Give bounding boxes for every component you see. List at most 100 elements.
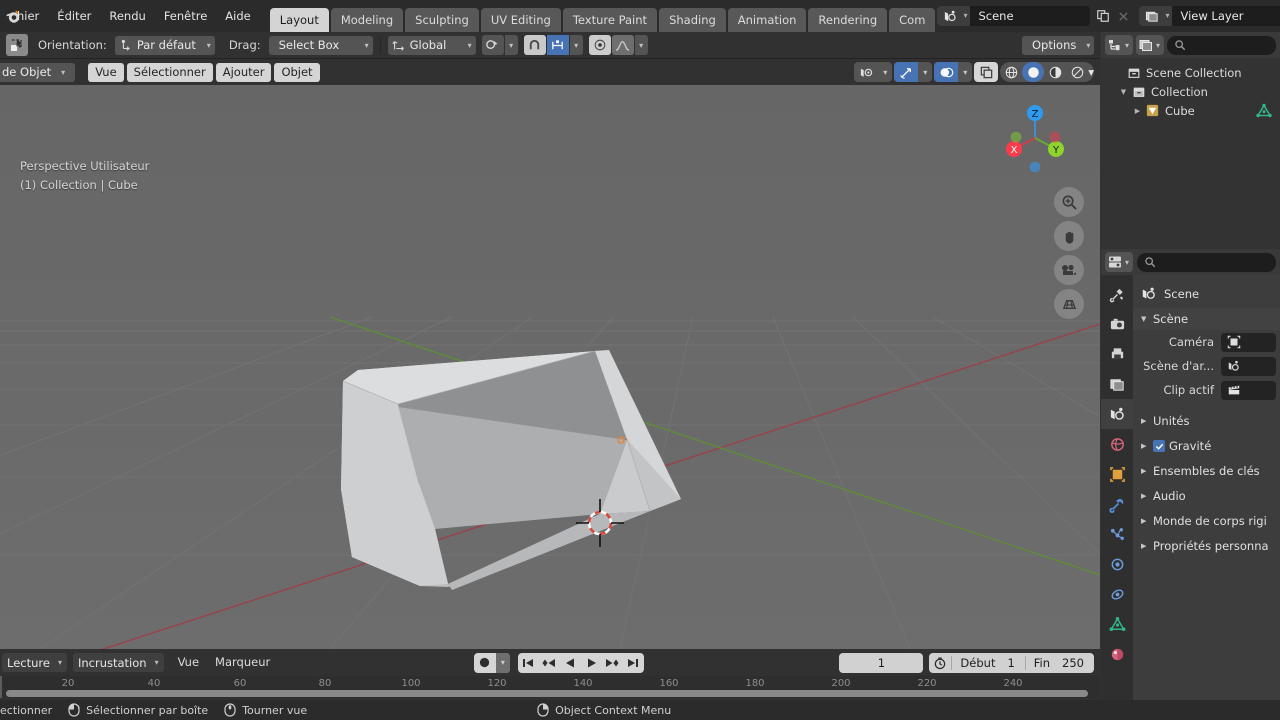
viewport-menu-add[interactable]: Ajouter <box>215 62 272 82</box>
viewport-menu-select[interactable]: Sélectionner <box>126 62 213 82</box>
outliner-row-scene-collection[interactable]: Scene Collection <box>1101 63 1280 82</box>
record-keyframe-icon[interactable] <box>474 653 496 673</box>
chevron-down-icon[interactable]: ▾ <box>504 35 518 55</box>
outliner-row-collection[interactable]: ▼ Collection <box>1101 82 1280 101</box>
panel-header-scene[interactable]: ▼ Scène <box>1133 308 1280 330</box>
panel-header-gravity[interactable]: ▶ Gravité <box>1133 435 1280 457</box>
current-frame-field[interactable]: 1 <box>839 652 924 673</box>
scene-tab-icon[interactable] <box>1101 399 1133 429</box>
menu-edit[interactable]: Éditer <box>48 5 100 27</box>
gravity-checkbox[interactable] <box>1153 440 1165 452</box>
menu-file[interactable]: hier <box>8 5 48 27</box>
play-icon[interactable] <box>581 653 602 673</box>
rendered-shading-icon[interactable] <box>1066 62 1088 82</box>
chevron-down-icon[interactable]: ▾ <box>1165 6 1173 26</box>
zoom-icon[interactable] <box>1054 187 1084 217</box>
3d-viewport[interactable]: de Objet ▾ Vue Sélectionner Ajouter Obje… <box>0 59 1100 649</box>
drag-dropdown[interactable]: Select Box ▾ <box>268 35 373 55</box>
material-tab-icon[interactable] <box>1101 639 1133 669</box>
tab-texture-paint[interactable]: Texture Paint <box>562 8 658 32</box>
x-icon[interactable] <box>1113 6 1133 26</box>
tab-layout[interactable]: Layout <box>269 8 329 32</box>
tab-shading[interactable]: Shading <box>659 8 726 32</box>
chevron-down-icon[interactable]: ▾ <box>958 62 972 82</box>
interaction-mode-dropdown[interactable]: de Objet ▾ <box>0 62 76 82</box>
scene-name[interactable]: Scene <box>970 6 1091 26</box>
properties-search-input[interactable] <box>1137 252 1276 272</box>
panel-header-keying-sets[interactable]: ▶ Ensembles de clés <box>1133 460 1280 482</box>
panel-header-audio[interactable]: ▶ Audio <box>1133 485 1280 507</box>
jump-next-keyframe-icon[interactable] <box>602 653 623 673</box>
transform-orientation-dropdown[interactable]: Global ▾ <box>387 35 476 55</box>
menu-render[interactable]: Rendu <box>100 5 154 27</box>
timeline-scrollbar[interactable] <box>6 690 1088 697</box>
ortho-persp-toggle-icon[interactable] <box>1054 289 1084 319</box>
chevron-down-icon[interactable]: ▾ <box>634 35 648 55</box>
background-scene-field[interactable] <box>1221 356 1276 376</box>
chevron-down-icon[interactable]: ▾ <box>918 62 932 82</box>
overlays-icon[interactable] <box>934 62 959 82</box>
magnet-icon[interactable] <box>523 35 546 55</box>
properties-editor-icon[interactable]: ▾ <box>1105 252 1134 272</box>
material-preview-shading-icon[interactable] <box>1044 62 1066 82</box>
chevron-down-icon[interactable]: ▾ <box>495 652 510 673</box>
timeline-ruler[interactable]: 20 40 60 80 100 120 140 160 180 200 220 … <box>0 676 1100 698</box>
panel-header-custom-properties[interactable]: ▶ Propriétés personna <box>1133 535 1280 557</box>
eye-selectability-icon[interactable] <box>854 62 878 82</box>
view-layer-selector[interactable]: ▾ View Layer <box>1139 6 1280 26</box>
chevron-down-icon[interactable]: ▾ <box>878 62 892 82</box>
options-dropdown[interactable]: Options ▾ <box>1022 35 1094 55</box>
viewport-menu-object[interactable]: Objet <box>274 62 320 82</box>
physics-tab-icon[interactable] <box>1101 549 1133 579</box>
chevron-down-icon[interactable]: ▾ <box>569 35 583 55</box>
render-tab-icon[interactable] <box>1101 309 1133 339</box>
camera-view-icon[interactable] <box>1054 255 1084 285</box>
jump-prev-keyframe-icon[interactable] <box>539 653 560 673</box>
viewport-menu-view[interactable]: Vue <box>88 62 124 82</box>
active-clip-field[interactable] <box>1221 380 1276 400</box>
solid-shading-icon[interactable] <box>1022 62 1045 82</box>
playhead[interactable] <box>0 676 2 698</box>
tab-rendering[interactable]: Rendering <box>808 8 888 32</box>
world-tab-icon[interactable] <box>1101 429 1133 459</box>
end-frame-value[interactable]: 250 <box>1056 656 1094 670</box>
timeline-menu-view[interactable]: Vue <box>170 653 207 672</box>
chevron-down-icon[interactable]: ▾ <box>1088 65 1094 79</box>
disclosure-triangle-icon[interactable]: ▼ <box>1117 88 1130 96</box>
disclosure-triangle-icon[interactable]: ▶ <box>1131 107 1144 115</box>
falloff-curve-icon[interactable] <box>611 35 634 55</box>
tab-animation[interactable]: Animation <box>727 8 807 32</box>
orientation-dropdown[interactable]: Par défaut ▾ <box>114 35 215 55</box>
tool-tab-icon[interactable] <box>1101 279 1133 309</box>
pivot-point-icon[interactable] <box>481 35 504 55</box>
modifier-tab-icon[interactable] <box>1101 489 1133 519</box>
use-preview-range-icon[interactable] <box>929 653 951 673</box>
timeline-menu-marker[interactable]: Marqueur <box>207 653 278 672</box>
navigation-gizmo[interactable]: Z Y X <box>998 101 1072 175</box>
proportional-edit-icon[interactable] <box>588 35 611 55</box>
object-data-tab-icon[interactable] <box>1101 609 1133 639</box>
view-layer-tab-icon[interactable] <box>1101 369 1133 399</box>
outliner-search-input[interactable] <box>1167 35 1276 55</box>
play-reverse-icon[interactable] <box>560 653 581 673</box>
mesh-data-icon[interactable] <box>1256 103 1280 119</box>
playback-dropdown[interactable]: Lecture ▾ <box>2 653 67 672</box>
gizmo-icon[interactable] <box>894 62 919 82</box>
constraints-tab-icon[interactable] <box>1101 579 1133 609</box>
cube-mesh-object[interactable] <box>0 59 1100 649</box>
tab-uv-editing[interactable]: UV Editing <box>480 8 561 32</box>
duplicate-icon[interactable] <box>1093 6 1113 26</box>
overlay-dropdown[interactable]: Incrustation ▾ <box>72 653 164 672</box>
jump-to-end-icon[interactable] <box>623 653 644 673</box>
scene-selector[interactable]: ▾ Scene <box>937 6 1091 26</box>
tab-compositing[interactable]: Com <box>889 8 936 32</box>
start-frame-value[interactable]: 1 <box>1001 656 1024 670</box>
select-box-tool-icon[interactable] <box>6 34 28 56</box>
snap-increment-icon[interactable] <box>546 35 569 55</box>
xray-toggle-icon[interactable] <box>974 62 998 82</box>
wireframe-shading-icon[interactable] <box>1000 62 1022 82</box>
pan-hand-icon[interactable] <box>1054 221 1084 251</box>
tab-modeling[interactable]: Modeling <box>330 8 404 32</box>
menu-help[interactable]: Aide <box>216 5 259 27</box>
view-layer-name[interactable]: View Layer <box>1172 6 1280 26</box>
